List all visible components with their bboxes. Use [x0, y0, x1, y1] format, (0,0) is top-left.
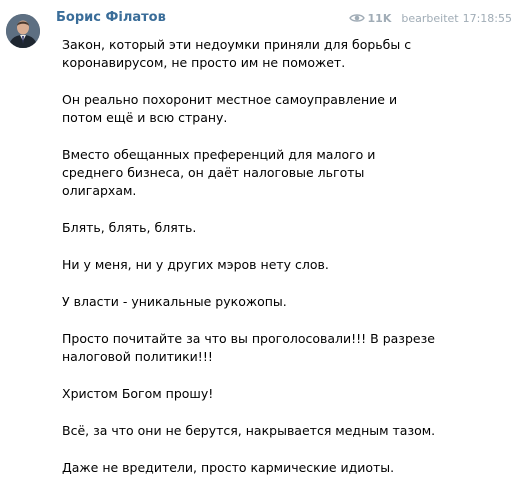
author-name[interactable]: Борис Філатов [56, 10, 166, 25]
views-count: 11K [367, 11, 392, 25]
message-paragraph: Он реально похоронит местное самоуправле… [62, 92, 398, 125]
message-paragraph: Вместо обещанных преференций для малого … [62, 147, 376, 198]
user-photo-icon [6, 14, 40, 48]
message-paragraph: У власти - уникальные рукожопы. [62, 294, 287, 309]
message-paragraph: Даже не вредители, просто кармические ид… [62, 460, 395, 475]
channel-post: Борис Філатов 11K bearbeitet 17:18:55 За… [0, 0, 522, 499]
message-paragraph: Христом Богом прошу! [62, 386, 214, 401]
edited-label: bearbeitet [401, 11, 459, 25]
message-paragraph: Ни у меня, ни у других мэров нету слов. [62, 257, 329, 272]
message-paragraph: Просто почитайте за что вы проголосовали… [62, 331, 435, 364]
post-time: 17:18:55 [462, 11, 512, 25]
post-meta: 11K bearbeitet 17:18:55 [348, 10, 512, 26]
message-paragraph: Всё, за что они не берутся, накрывается … [62, 423, 436, 438]
message-paragraph: Блять, блять, блять. [62, 220, 197, 235]
message-paragraph: Закон, который эти недоумки приняли для … [62, 37, 412, 70]
message-text: Закон, который эти недоумки приняли для … [62, 36, 502, 496]
eye-icon [348, 13, 365, 23]
author-avatar[interactable] [6, 14, 40, 48]
